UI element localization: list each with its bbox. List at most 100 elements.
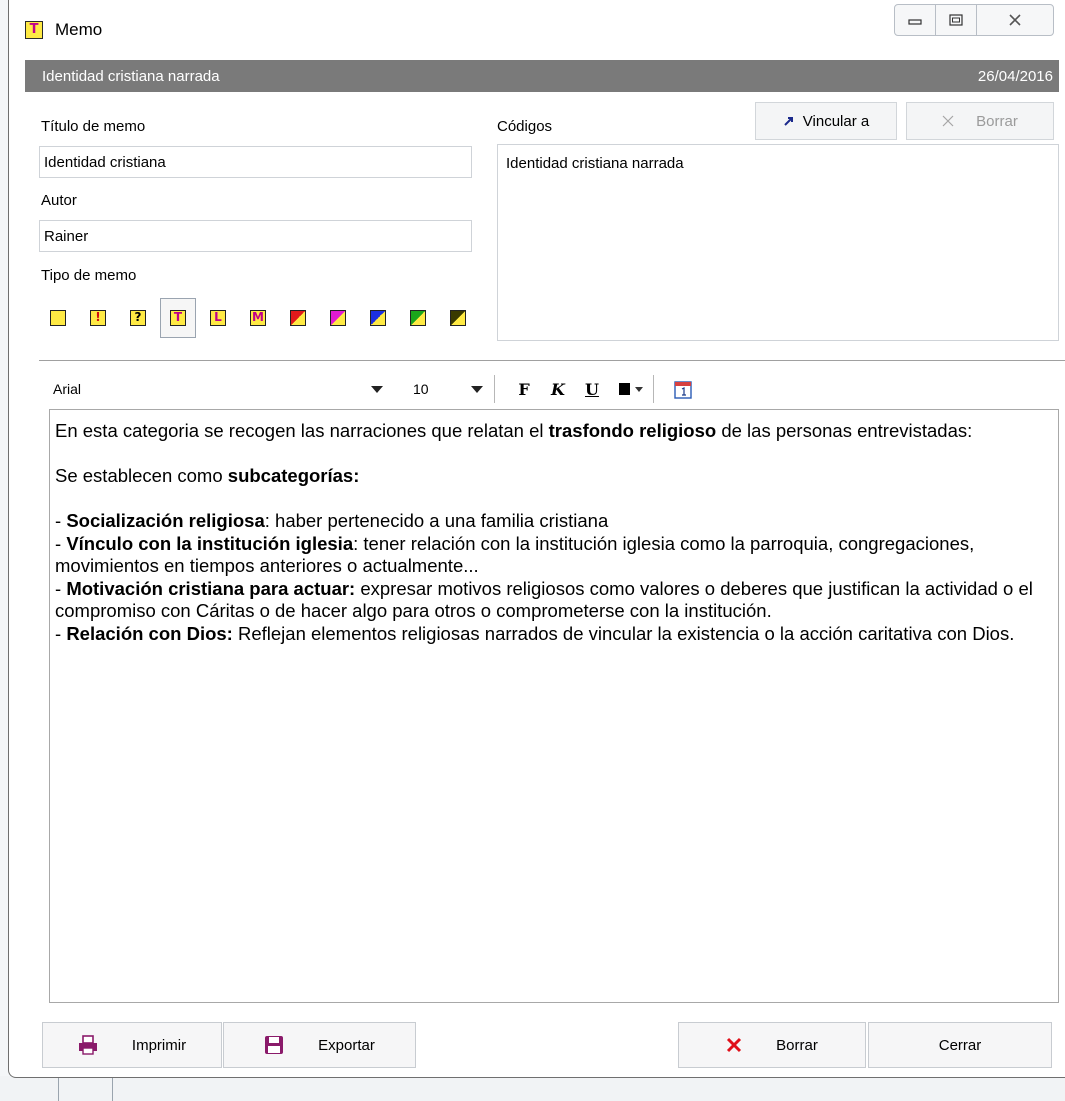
subcategory-item: - Motivación cristiana para actuar: expr… bbox=[55, 578, 1053, 623]
memo-type-label: Tipo de memo bbox=[41, 267, 137, 284]
chevron-down-icon bbox=[371, 385, 383, 393]
header-date: 26/04/2016 bbox=[977, 67, 1053, 85]
text-color-button[interactable] bbox=[613, 376, 649, 402]
memo-type-option[interactable]: M bbox=[240, 298, 276, 338]
print-button[interactable]: Imprimir bbox=[42, 1022, 222, 1068]
memo-type-magenta-corner-icon bbox=[330, 310, 346, 326]
format-toolbar: Arial 10 F K U bbox=[39, 370, 1065, 406]
underline-button[interactable]: U bbox=[580, 376, 604, 402]
font-family-value: Arial bbox=[53, 381, 82, 397]
memo-text: Reflejan elementos religiosas narrados d… bbox=[232, 622, 1015, 644]
memo-text: - bbox=[55, 577, 67, 599]
delete-memo-label: Borrar bbox=[776, 1036, 818, 1054]
memo-type-t-icon: T bbox=[170, 310, 186, 326]
export-label: Exportar bbox=[318, 1036, 375, 1054]
memo-type-selector: !? T L M bbox=[40, 296, 481, 340]
title-bar[interactable]: T Memo bbox=[9, 0, 1065, 58]
memo-paragraph: Se establecen como subcategorías: bbox=[55, 465, 1053, 488]
window-title: Memo bbox=[55, 20, 103, 39]
toolbar-separator bbox=[653, 375, 654, 403]
memo-type-symbol: ? bbox=[134, 310, 142, 324]
close-button[interactable]: Cerrar bbox=[868, 1022, 1052, 1068]
memo-bold-text: Motivación cristiana para actuar: bbox=[66, 577, 356, 599]
restore-icon bbox=[949, 14, 963, 26]
link-to-label: Vincular a bbox=[802, 112, 870, 130]
memo-type-option[interactable] bbox=[400, 298, 436, 338]
bold-button[interactable]: F bbox=[512, 376, 536, 402]
save-disk-icon bbox=[265, 1036, 284, 1054]
memo-type-question-icon: ? bbox=[130, 310, 146, 326]
memo-bold-text: trasfondo religioso bbox=[548, 420, 717, 441]
memo-type-option[interactable]: ! bbox=[80, 298, 116, 338]
memo-type-red-corner-icon bbox=[290, 310, 306, 326]
memo-type-option[interactable]: L bbox=[200, 298, 236, 338]
close-label: Cerrar bbox=[938, 1036, 982, 1054]
delete-memo-button[interactable]: Borrar bbox=[678, 1022, 866, 1068]
minimize-icon bbox=[908, 19, 922, 25]
memo-app-icon: T bbox=[25, 21, 43, 39]
memo-title-label: Título de memo bbox=[41, 118, 146, 135]
author-input[interactable] bbox=[39, 220, 472, 252]
italic-button[interactable]: K bbox=[546, 376, 570, 402]
memo-type-blue-corner-icon bbox=[370, 310, 386, 326]
memo-type-option[interactable]: ? bbox=[120, 298, 156, 338]
link-to-button[interactable]: Vincular a bbox=[755, 102, 897, 140]
minimize-button[interactable] bbox=[894, 4, 936, 36]
delete-code-label: Borrar bbox=[976, 112, 1018, 130]
memo-type-symbol: M bbox=[252, 310, 264, 324]
memo-type-green-corner-icon bbox=[410, 310, 426, 326]
memo-type-blank-icon bbox=[50, 310, 66, 326]
memo-text: Se establecen como bbox=[55, 465, 228, 486]
toolbar-separator bbox=[494, 375, 495, 403]
memo-type-option[interactable] bbox=[40, 298, 76, 338]
memo-paragraph: En esta categoria se recogen las narraci… bbox=[55, 420, 1053, 443]
codes-label: Códigos bbox=[497, 118, 553, 135]
memo-type-option[interactable] bbox=[440, 298, 476, 338]
close-window-button[interactable] bbox=[976, 4, 1054, 36]
memo-bold-text: subcategorías: bbox=[227, 465, 360, 486]
memo-bold-text: Vínculo con la institución iglesia bbox=[66, 532, 354, 554]
memo-text: - bbox=[55, 532, 67, 554]
memo-type-option[interactable] bbox=[320, 298, 356, 338]
memo-title-input[interactable] bbox=[39, 146, 472, 178]
print-label: Imprimir bbox=[131, 1036, 187, 1054]
memo-header-bar: Identidad cristiana narrada 26/04/2016 bbox=[25, 60, 1059, 92]
memo-type-m-icon: M bbox=[250, 310, 266, 326]
delete-code-button[interactable]: Borrar bbox=[906, 102, 1054, 140]
memo-type-option[interactable] bbox=[360, 298, 396, 338]
chevron-down-icon bbox=[471, 385, 483, 393]
code-item[interactable]: Identidad cristiana narrada bbox=[506, 155, 1050, 172]
x-icon bbox=[942, 115, 954, 127]
memo-text-editor[interactable]: En esta categoria se recogen las narraci… bbox=[49, 409, 1059, 1003]
desktop-taskbar-edge bbox=[0, 1076, 1065, 1101]
subcategory-item: - Vínculo con la institución iglesia: te… bbox=[55, 533, 1053, 578]
font-size-select[interactable]: 10 bbox=[407, 376, 487, 402]
font-family-select[interactable]: Arial bbox=[53, 376, 389, 402]
subcategory-item: - Socialización religiosa: haber pertene… bbox=[55, 510, 1053, 533]
author-label: Autor bbox=[41, 192, 77, 209]
export-button[interactable]: Exportar bbox=[223, 1022, 416, 1068]
memo-type-option[interactable]: T bbox=[160, 298, 196, 338]
memo-text: - bbox=[55, 622, 67, 644]
memo-type-option[interactable] bbox=[280, 298, 316, 338]
memo-window: T Memo Identidad cristiana narrada 26/04… bbox=[8, 0, 1065, 1078]
maximize-button[interactable] bbox=[935, 4, 977, 36]
memo-type-symbol: L bbox=[214, 310, 222, 324]
section-divider bbox=[39, 360, 1065, 361]
insert-date-button[interactable] bbox=[671, 376, 695, 402]
memo-type-symbol: T bbox=[173, 310, 183, 324]
font-size-value: 10 bbox=[413, 381, 429, 397]
memo-text: - bbox=[55, 510, 67, 531]
memo-type-symbol: ! bbox=[95, 310, 101, 324]
subcategory-item: - Relación con Dios: Reflejan elementos … bbox=[55, 623, 1053, 646]
header-code-name: Identidad cristiana narrada bbox=[42, 67, 220, 85]
memo-text: En esta categoria se recogen las narraci… bbox=[55, 420, 549, 441]
delete-x-icon bbox=[727, 1037, 742, 1053]
memo-type-exclamation-icon: ! bbox=[90, 310, 106, 326]
link-arrow-icon bbox=[784, 117, 793, 126]
memo-type-l-icon: L bbox=[210, 310, 226, 326]
memo-bold-text: Relación con Dios: bbox=[66, 622, 233, 644]
codes-list[interactable]: Identidad cristiana narrada bbox=[497, 144, 1059, 341]
memo-text: de las personas entrevistadas: bbox=[716, 420, 973, 441]
printer-icon bbox=[78, 1035, 97, 1055]
